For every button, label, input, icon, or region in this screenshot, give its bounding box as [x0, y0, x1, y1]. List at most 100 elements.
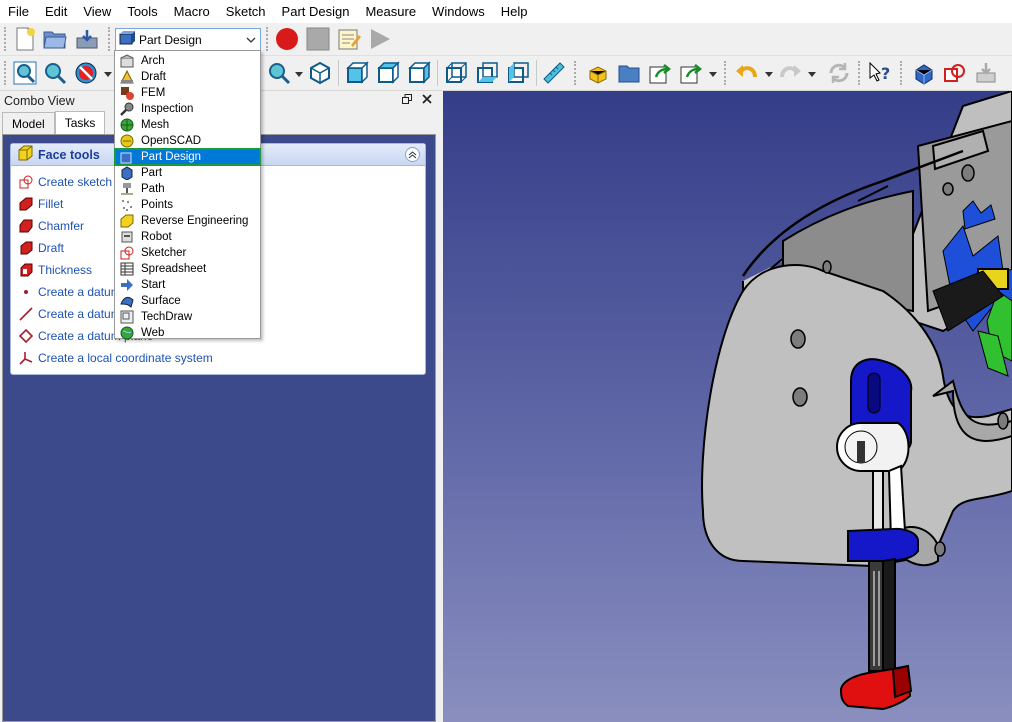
workbench-option-sketcher[interactable]: Sketcher: [115, 245, 260, 261]
redo-dropdown-arrow[interactable]: [808, 72, 816, 77]
isometric-view-icon[interactable]: [307, 60, 333, 86]
thickness-icon: [19, 263, 33, 277]
tab-model[interactable]: Model: [2, 112, 55, 134]
measure-distance-icon[interactable]: [541, 60, 567, 86]
techdraw-icon: [119, 310, 135, 324]
sketch-icon: [19, 175, 33, 189]
front-view-icon[interactable]: [344, 60, 370, 86]
workbench-selector[interactable]: Part Design: [115, 28, 261, 51]
menu-tools[interactable]: Tools: [119, 0, 165, 23]
collapse-icon[interactable]: [405, 147, 420, 162]
fit-all-icon[interactable]: [12, 60, 38, 86]
3d-viewport[interactable]: [443, 91, 1012, 722]
bottom-view-icon[interactable]: [474, 60, 500, 86]
workbench-option-part-design[interactable]: Part Design: [114, 148, 261, 166]
create-datum-point-link[interactable]: Create a datum: [19, 285, 121, 299]
left-view-icon[interactable]: [505, 60, 531, 86]
draft-link[interactable]: Draft: [19, 241, 64, 255]
menu-help[interactable]: Help: [493, 0, 536, 23]
tab-tasks[interactable]: Tasks: [54, 111, 106, 134]
draft-icon: [119, 70, 135, 84]
close-panel-icon[interactable]: [422, 93, 432, 107]
workbench-option-label: Path: [141, 183, 165, 195]
mesh-icon: [119, 118, 135, 132]
workbench-selector-value: Part Design: [139, 32, 202, 47]
create-local-coordinate-system-link[interactable]: Create a local coordinate system: [19, 351, 213, 365]
refresh-icon[interactable]: [826, 60, 852, 86]
svg-text:?: ?: [881, 64, 890, 83]
workbench-option-label: Robot: [141, 231, 172, 243]
workbench-option-draft[interactable]: Draft: [115, 69, 260, 85]
whats-this-icon[interactable]: ?: [867, 60, 893, 86]
menu-file[interactable]: File: [0, 0, 37, 23]
workbench-option-fem[interactable]: FEM: [115, 85, 260, 101]
undo-dropdown-arrow[interactable]: [765, 72, 773, 77]
menu-view[interactable]: View: [75, 0, 119, 23]
workbench-option-label: Start: [141, 279, 166, 291]
menu-part-design[interactable]: Part Design: [274, 0, 358, 23]
top-view-icon[interactable]: [375, 60, 401, 86]
make-link-icon[interactable]: [647, 60, 673, 86]
create-part-icon[interactable]: [585, 60, 611, 86]
workbench-option-label: Web: [141, 327, 165, 339]
workbench-option-surface[interactable]: Surface: [115, 293, 260, 309]
thickness-link[interactable]: Thickness: [19, 263, 92, 277]
run-macro-icon[interactable]: [367, 26, 393, 52]
toolbar-grip[interactable]: [4, 61, 7, 85]
workbench-option-spreadsheet[interactable]: Spreadsheet: [115, 261, 260, 277]
create-datum-line-link[interactable]: Create a datum: [19, 307, 121, 321]
rear-view-icon[interactable]: [443, 60, 469, 86]
stop-macro-icon[interactable]: [305, 26, 331, 52]
tool-label: Fillet: [38, 197, 64, 211]
workbench-option-start[interactable]: Start: [115, 277, 260, 293]
menu-macro[interactable]: Macro: [166, 0, 218, 23]
create-group-icon[interactable]: [616, 60, 642, 86]
redo-icon[interactable]: [777, 60, 803, 86]
toolbar-grip: [108, 27, 111, 51]
robot-icon: [119, 230, 135, 244]
workbench-option-inspection[interactable]: Inspection: [115, 101, 260, 117]
chamfer-link[interactable]: Chamfer: [19, 219, 84, 233]
create-sketch-toolbar-icon[interactable]: [942, 60, 968, 86]
draw-style-icon[interactable]: [73, 60, 99, 86]
workbench-option-web[interactable]: Web: [115, 325, 260, 341]
zoom-icon[interactable]: [266, 60, 292, 86]
menu-sketch[interactable]: Sketch: [218, 0, 274, 23]
tool-label: Chamfer: [38, 219, 85, 233]
zoom-dropdown-arrow[interactable]: [295, 72, 303, 77]
workbench-option-reverse-engineering[interactable]: Reverse Engineering: [115, 213, 260, 229]
workbench-option-robot[interactable]: Robot: [115, 229, 260, 245]
workbench-option-path[interactable]: Path: [115, 181, 260, 197]
workbench-option-points[interactable]: Points: [115, 197, 260, 213]
record-macro-icon[interactable]: [274, 26, 300, 52]
toolbar-grip[interactable]: [4, 27, 7, 51]
workbench-option-mesh[interactable]: Mesh: [115, 117, 260, 133]
undo-icon[interactable]: [734, 60, 760, 86]
new-document-icon[interactable]: [12, 26, 38, 52]
edit-macro-icon[interactable]: [336, 26, 362, 52]
create-body-icon[interactable]: [911, 60, 937, 86]
validate-sketch-icon[interactable]: [973, 60, 999, 86]
fit-selection-icon[interactable]: [42, 60, 68, 86]
menu-edit[interactable]: Edit: [37, 0, 75, 23]
link-actions-dropdown-arrow[interactable]: [709, 72, 717, 77]
open-document-icon[interactable]: [42, 26, 68, 52]
create-sketch-link[interactable]: Create sketch: [19, 175, 112, 189]
chamfer-icon: [19, 219, 33, 233]
draw-style-dropdown-arrow[interactable]: [104, 72, 112, 77]
right-view-icon[interactable]: [406, 60, 432, 86]
workbench-option-label: OpenSCAD: [141, 135, 202, 147]
save-document-icon[interactable]: [74, 26, 100, 52]
workbench-option-label: Part Design: [141, 151, 202, 163]
link-actions-icon[interactable]: [678, 60, 704, 86]
panel-splitter[interactable]: [436, 91, 443, 722]
workbench-option-techdraw[interactable]: TechDraw: [115, 309, 260, 325]
menu-measure[interactable]: Measure: [357, 0, 424, 23]
workbench-option-openscad[interactable]: OpenSCAD: [115, 133, 260, 149]
web-icon: [119, 326, 135, 340]
workbench-option-arch[interactable]: Arch: [115, 53, 260, 69]
workbench-option-part[interactable]: Part: [115, 165, 260, 181]
float-panel-icon[interactable]: [402, 93, 412, 107]
fillet-link[interactable]: Fillet: [19, 197, 63, 211]
menu-windows[interactable]: Windows: [424, 0, 493, 23]
